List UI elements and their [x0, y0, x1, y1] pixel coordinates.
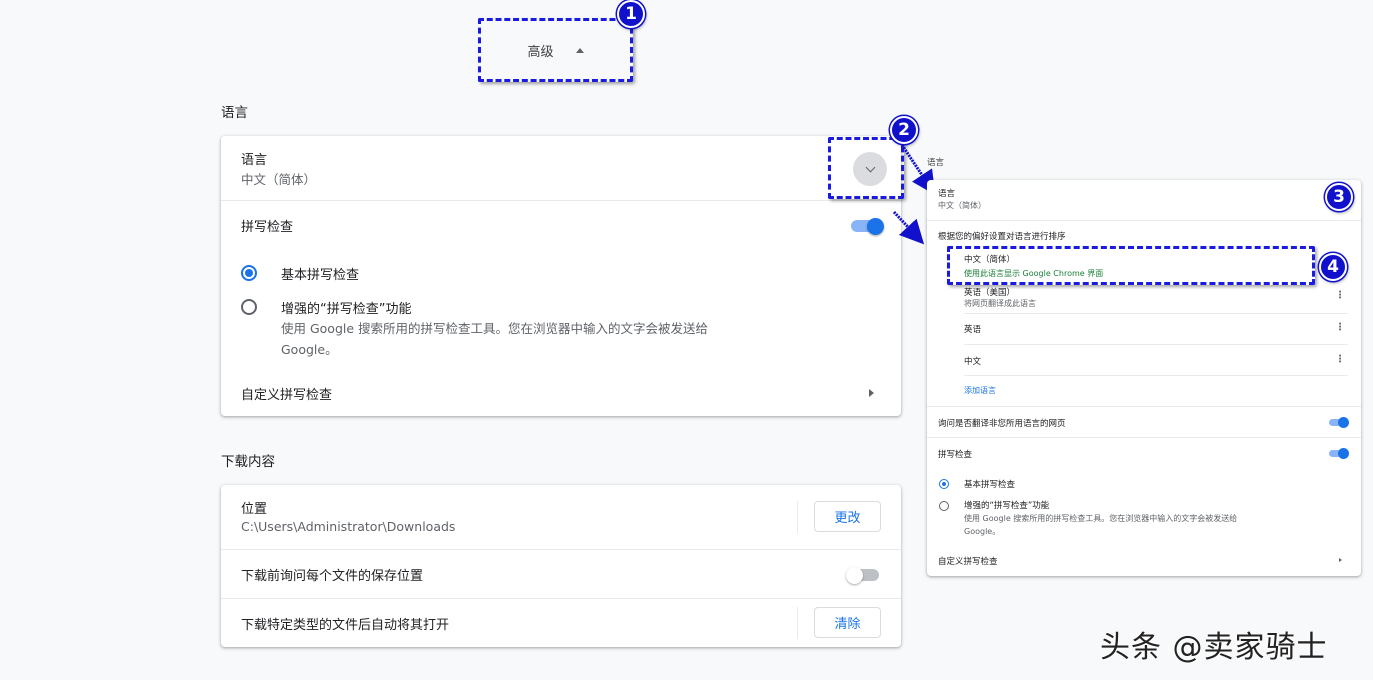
annotation-box-4: [947, 246, 1315, 285]
language-section-title: 语言: [221, 105, 248, 121]
more-options-icon[interactable]: ⋮: [1335, 291, 1345, 301]
annotation-badge-4: 4: [1319, 253, 1347, 281]
spell-check-label: 拼写检查: [241, 220, 294, 235]
panel-enhanced-desc-2: Google。: [964, 527, 1001, 536]
lang-item-note: 将网页翻译成此语言: [964, 299, 1036, 308]
panel-language-value: 中文（简体）: [938, 201, 986, 210]
auto-open-label: 下载特定类型的文件后自动将其打开: [241, 618, 450, 633]
expanded-language-card: 语言 中文（简体） 根据您的偏好设置对语言进行排序 中文（简体） 使用此语言显示…: [927, 180, 1361, 576]
divider: [927, 406, 1361, 407]
panel-basic-label: 基本拼写检查: [964, 480, 1016, 490]
location-path: C:\Users\Administrator\Downloads: [241, 519, 456, 534]
more-options-icon[interactable]: ⋮: [1335, 355, 1345, 365]
separator: [797, 607, 798, 639]
lang-item-name: 英语: [964, 325, 982, 335]
location-label: 位置: [241, 502, 268, 517]
panel-spell-check-toggle[interactable]: [1329, 448, 1349, 459]
panel-custom-spell-label[interactable]: 自定义拼写检查: [938, 555, 998, 567]
language-row-label: 语言: [241, 153, 268, 168]
separator: [797, 501, 798, 533]
lang-item-name: 英语（美国）: [964, 288, 1016, 298]
divider: [964, 313, 1348, 314]
custom-spell-label[interactable]: 自定义拼写检查: [241, 384, 332, 403]
ask-location-label: 下载前询问每个文件的保存位置: [241, 569, 424, 584]
panel-enhanced-radio[interactable]: [939, 501, 949, 511]
chevron-right-icon[interactable]: [869, 389, 874, 397]
panel-language-label: 语言: [938, 189, 956, 199]
change-location-button[interactable]: 更改: [814, 501, 881, 532]
panel-section-title: 语言: [927, 158, 945, 168]
language-row-value: 中文（简体）: [241, 172, 317, 187]
chevron-right-icon[interactable]: [1339, 558, 1342, 562]
enhanced-spell-desc-2: Google。: [281, 342, 338, 357]
panel-spell-check-label: 拼写检查: [938, 450, 973, 460]
spell-check-toggle[interactable]: [851, 217, 884, 235]
annotation-badge-3: 3: [1325, 183, 1353, 211]
enhanced-spell-label: 增强的“拼写检查”功能: [281, 302, 412, 317]
panel-basic-radio[interactable]: [939, 479, 949, 489]
add-language-link[interactable]: 添加语言: [964, 385, 996, 396]
more-options-icon[interactable]: ⋮: [1335, 323, 1345, 333]
clear-auto-open-button[interactable]: 清除: [814, 607, 881, 638]
panel-enhanced-desc: 使用 Google 搜索所用的拼写检查工具。您在浏览器中输入的文字会被发送给: [964, 514, 1238, 523]
divider: [927, 220, 1361, 221]
downloads-card: 位置 C:\Users\Administrator\Downloads 更改 下…: [221, 485, 901, 647]
basic-spell-label: 基本拼写检查: [281, 268, 360, 283]
divider: [927, 437, 1361, 438]
offer-translate-label: 询问是否翻译非您所用语言的网页: [938, 419, 1066, 429]
ask-location-toggle[interactable]: [846, 566, 879, 584]
divider: [221, 549, 901, 550]
enhanced-spell-desc: 使用 Google 搜索所用的拼写检查工具。您在浏览器中输入的文字会被发送给: [281, 321, 709, 336]
language-card: 语言 中文（简体） 拼写检查 基本拼写检查 增强的“拼写检查”功能 使用 Goo…: [221, 136, 901, 416]
divider: [221, 598, 901, 599]
downloads-section-title: 下载内容: [221, 454, 275, 470]
offer-translate-toggle[interactable]: [1329, 417, 1349, 428]
caret-up-icon: [575, 47, 584, 53]
enhanced-spell-radio[interactable]: [241, 299, 257, 315]
advanced-label: 高级: [527, 44, 554, 60]
divider: [964, 344, 1348, 345]
lang-item-name: 中文: [964, 357, 982, 367]
advanced-toggle[interactable]: 高级: [478, 18, 633, 82]
basic-spell-radio[interactable]: [241, 265, 257, 281]
watermark: 头条 @卖家骑士: [1100, 630, 1328, 665]
annotation-badge-1: 1: [617, 0, 645, 28]
order-hint: 根据您的偏好设置对语言进行排序: [938, 232, 1066, 242]
divider: [964, 375, 1348, 376]
divider: [221, 200, 901, 201]
panel-enhanced-label: 增强的“拼写检查”功能: [964, 501, 1050, 511]
